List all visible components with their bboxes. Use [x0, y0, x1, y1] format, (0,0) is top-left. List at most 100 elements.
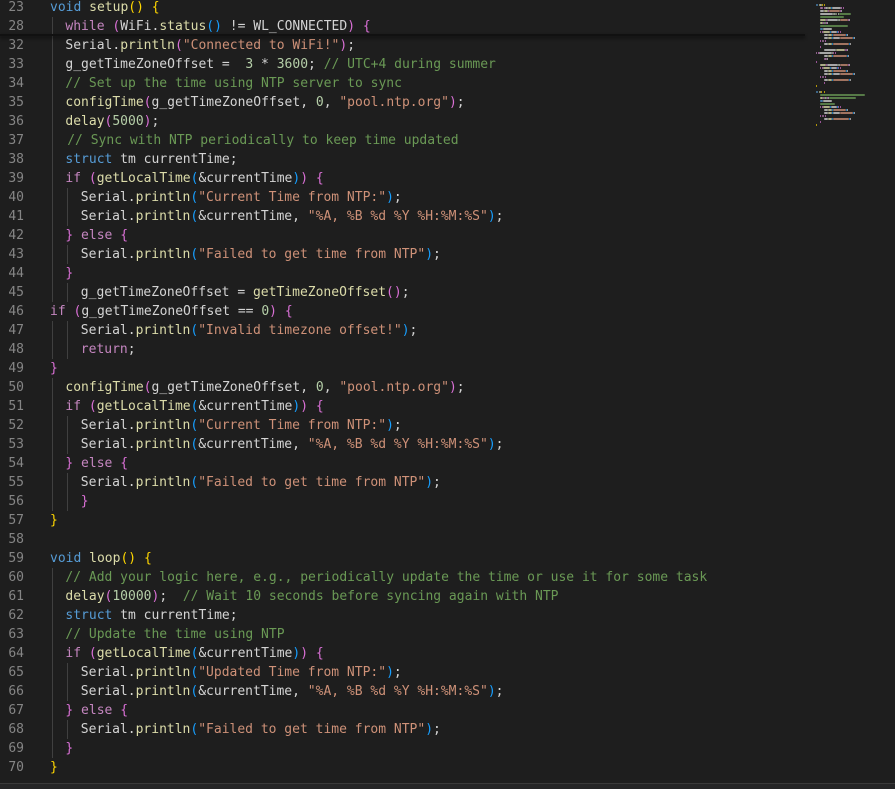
code-line[interactable]: // Set up the time using NTP server to s… — [65, 74, 402, 93]
line-number: 46 — [8, 304, 24, 319]
indent-guide — [67, 321, 69, 340]
code-line[interactable]: delay(10000); // Wait 10 seconds before … — [65, 587, 558, 606]
minimap[interactable] — [812, 0, 895, 789]
code-token: } — [80, 494, 89, 509]
code-line[interactable]: } else { — [65, 701, 128, 720]
line-number: 59 — [8, 551, 24, 566]
code-line[interactable]: struct tm currentTime; — [65, 606, 237, 625]
minimap-token — [846, 34, 848, 36]
code-line[interactable]: } else { — [65, 226, 128, 245]
code-line[interactable]: } — [50, 511, 58, 530]
code-token: 0 — [261, 304, 270, 319]
indent-guide — [67, 435, 69, 454]
code-line[interactable]: if (getLocalTime(&currentTime)) { — [65, 169, 323, 188]
code-line[interactable]: // Add your logic here, e.g., periodical… — [65, 568, 707, 587]
code-line[interactable]: delay(5000); — [65, 112, 159, 131]
code-line[interactable]: Serial.println(&currentTime, "%A, %B %d … — [81, 682, 504, 701]
code-line[interactable]: Serial.println("Failed to get time from … — [81, 245, 441, 264]
code-line[interactable]: return; — [81, 340, 136, 359]
code-token: ( — [143, 380, 152, 395]
code-line[interactable]: struct tm currentTime; — [65, 150, 237, 169]
code-line[interactable]: Serial.println(&currentTime, "%A, %B %d … — [81, 207, 504, 226]
line-number: 60 — [8, 570, 24, 585]
code-token: ) — [448, 95, 457, 110]
indent-guide — [52, 321, 53, 340]
code-line[interactable]: configTime(g_getTimeZoneOffset, 0, "pool… — [65, 378, 464, 397]
code-line[interactable]: if (g_getTimeZoneOffset == 0) { — [50, 302, 293, 321]
code-line[interactable]: } — [50, 359, 58, 378]
code-line[interactable]: } — [65, 739, 73, 758]
code-line[interactable]: Serial.println(&currentTime, "%A, %B %d … — [81, 435, 504, 454]
code-token: } — [50, 513, 58, 528]
indent-guide — [52, 36, 53, 55]
indent-guide — [52, 625, 53, 644]
code-area[interactable]: void setup() {while (WiFi.status() != WL… — [50, 0, 810, 789]
minimap-token — [825, 76, 827, 78]
horizontal-scrollbar[interactable] — [0, 783, 895, 789]
code-line[interactable]: Serial.println("Current Time from NTP:")… — [81, 416, 402, 435]
line-number: 36 — [8, 114, 24, 129]
indent-guide — [52, 682, 53, 701]
code-line[interactable]: void setup() { — [50, 0, 160, 17]
code-token: 3600 — [276, 57, 309, 72]
minimap-token — [820, 7, 823, 9]
line-number: 39 — [8, 171, 24, 186]
code-token: { — [315, 646, 324, 661]
code-token: g_getTimeZoneOffset = — [80, 285, 253, 300]
code-token: println — [135, 190, 191, 205]
minimap-token — [816, 85, 817, 87]
code-line[interactable]: Serial.println("Updated Time from NTP:")… — [81, 663, 402, 682]
indent-guide — [52, 663, 53, 682]
code-line[interactable]: g_getTimeZoneOffset = getTimeZoneOffset(… — [81, 283, 410, 302]
minimap-token — [821, 91, 823, 93]
code-line[interactable]: } — [81, 492, 89, 511]
code-line[interactable]: } else { — [65, 454, 128, 473]
minimap-token — [832, 118, 849, 120]
code-token: Serial. — [80, 684, 136, 699]
code-token: () — [386, 285, 402, 300]
code-token: Serial. — [80, 722, 136, 737]
code-token: ; — [127, 342, 136, 357]
code-token: g_getTimeZoneOffset, — [151, 380, 316, 395]
code-token: ) — [425, 247, 434, 262]
code-token: tm currentTime; — [112, 608, 238, 623]
indent-guide — [52, 245, 53, 264]
indent-guide — [52, 150, 53, 169]
code-line[interactable]: configTime(g_getTimeZoneOffset, 0, "pool… — [65, 93, 464, 112]
code-token: return — [80, 342, 128, 357]
code-line[interactable]: // Update the time using NTP — [65, 625, 284, 644]
minimap-token — [820, 16, 844, 18]
code-line[interactable]: g_getTimeZoneOffset = 3 * 3600; // UTC+4… — [65, 55, 495, 74]
code-line[interactable]: void loop() { — [50, 549, 152, 568]
minimap-token — [846, 70, 848, 72]
code-token: delay — [65, 589, 105, 604]
minimap-token — [820, 94, 866, 96]
code-token: ; — [401, 285, 410, 300]
code-token: ( — [88, 171, 97, 186]
code-line[interactable]: Serial.println("Connected to WiFi!"); — [65, 36, 355, 55]
code-token: ; — [393, 418, 402, 433]
code-line[interactable]: Serial.println("Failed to get time from … — [81, 473, 441, 492]
code-token: g_getTimeZoneOffset, — [151, 95, 316, 110]
code-token: ) — [143, 114, 152, 129]
code-line[interactable]: // Sync with NTP periodically to keep ti… — [67, 131, 458, 150]
line-number: 43 — [8, 247, 24, 262]
minimap-token — [849, 118, 851, 120]
code-line[interactable]: Serial.println("Invalid timezone offset!… — [81, 321, 418, 340]
code-line[interactable]: } — [65, 264, 73, 283]
code-line[interactable]: Serial.println("Current Time from NTP:")… — [81, 188, 402, 207]
code-line[interactable]: Serial.println("Failed to get time from … — [81, 720, 441, 739]
code-editor[interactable]: 23 28 32 33 34 35 36 37 38 39 40 41 42 43 44 45 46 47 48 49… — [0, 0, 895, 789]
code-line[interactable]: if (getLocalTime(&currentTime)) { — [65, 644, 323, 663]
code-token: println — [135, 323, 191, 338]
code-line[interactable]: } — [50, 758, 58, 777]
minimap-token — [820, 67, 822, 69]
line-number: 62 — [8, 608, 24, 623]
indent-guide — [52, 701, 53, 720]
code-token: ; — [393, 665, 402, 680]
code-token: // Add your logic here, e.g., periodical… — [65, 570, 708, 585]
code-line[interactable]: if (getLocalTime(&currentTime)) { — [65, 397, 323, 416]
minimap-token — [823, 31, 830, 33]
indent-guide — [52, 739, 53, 758]
code-token: ) — [300, 399, 309, 414]
